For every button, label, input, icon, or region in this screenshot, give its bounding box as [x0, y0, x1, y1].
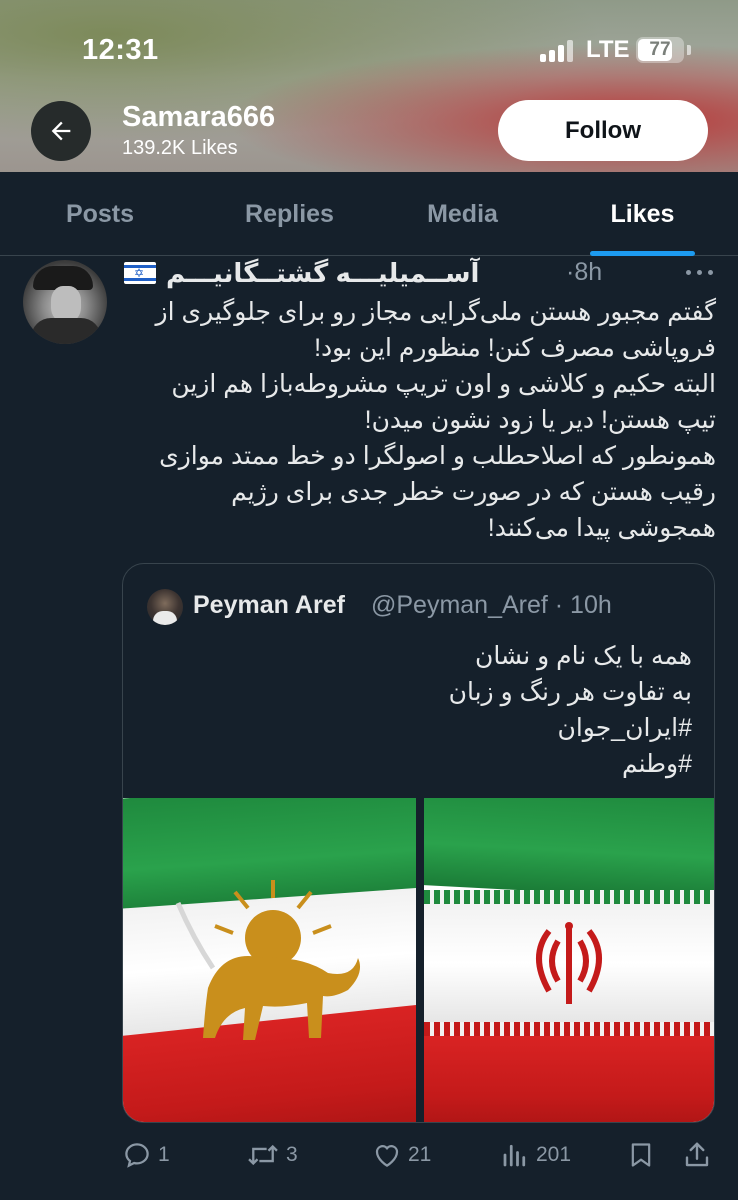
quoted-author-avatar[interactable] — [147, 589, 183, 625]
reply-icon — [125, 1143, 149, 1168]
tweet-text-line: گفتم مجبور هستن ملی‌گرایی مجاز رو برای ج… — [155, 298, 716, 326]
battery-icon: 77 — [636, 37, 684, 63]
profile-tabs: Posts Replies Media Likes — [0, 172, 738, 256]
tweet-text-line: فروپاشی مصرف کنن! منظورم این بود! — [314, 334, 716, 362]
reply-count: 1 — [158, 1143, 170, 1166]
network-label: LTE — [586, 36, 630, 63]
quoted-tweet-text: همه با یک نام و نشان به تفاوت هر رنگ و ز… — [147, 638, 692, 782]
author-avatar[interactable] — [23, 260, 107, 344]
flag-border-pattern — [424, 1022, 714, 1036]
like-button[interactable]: 21 — [372, 1138, 431, 1172]
author-name[interactable]: آســمیلیـــه گشتــگانیـــم — [166, 258, 479, 289]
arrow-left-icon — [51, 121, 71, 141]
tab-replies[interactable]: Replies — [222, 172, 357, 256]
views-button[interactable]: 201 — [500, 1138, 571, 1172]
retweet-count: 3 — [286, 1143, 298, 1166]
more-options-icon[interactable] — [686, 270, 714, 276]
tweet-header: ✡ آســمیلیـــه گشتــگانیـــم ·8h — [124, 258, 716, 288]
share-icon — [685, 1142, 709, 1167]
tweet-text-line: رقیب هستن که در صورت خطر جدی برای رژیم — [231, 478, 716, 506]
profile-likes-count: 139.2K Likes — [122, 137, 238, 159]
iran-flag-image[interactable] — [424, 798, 714, 1122]
heart-icon — [375, 1145, 399, 1167]
signal-icon — [540, 40, 576, 62]
bookmark-button[interactable] — [627, 1138, 655, 1172]
status-bar: 12:31 LTE 77 — [0, 0, 738, 100]
quoted-author-handle[interactable]: @Peyman_Aref · 10h — [371, 591, 612, 620]
battery-tip — [687, 45, 691, 55]
tweet-timestamp[interactable]: ·8h — [566, 258, 602, 287]
reply-button[interactable]: 1 — [122, 1138, 170, 1172]
bookmark-icon — [631, 1143, 651, 1167]
like-count: 21 — [408, 1143, 432, 1166]
status-time: 12:31 — [82, 34, 159, 66]
battery-level: 77 — [649, 39, 671, 60]
tweet-text-line: البته حکیم و کلاشی و اون تریپ مشروطه‌باز… — [171, 370, 716, 398]
israel-flag-icon: ✡ — [124, 262, 156, 284]
tweet-text: گفتم مجبور هستن ملی‌گرایی مجاز رو برای ج… — [124, 294, 716, 546]
tab-posts[interactable]: Posts — [40, 172, 160, 256]
share-button[interactable] — [682, 1138, 712, 1172]
back-button[interactable] — [31, 101, 91, 161]
hashtag-link[interactable]: #وطنم — [147, 746, 692, 782]
lion-and-sun-flag-image[interactable] — [123, 798, 416, 1122]
quoted-tweet[interactable]: Peyman Aref @Peyman_Aref · 10h همه با یک… — [122, 563, 715, 1123]
tab-media[interactable]: Media — [405, 172, 520, 256]
views-bar-chart-icon — [503, 1144, 526, 1167]
flag-border-pattern — [424, 890, 714, 904]
quoted-author-name[interactable]: Peyman Aref — [193, 591, 345, 620]
quoted-text-line: به تفاوت هر رنگ و زبان — [448, 678, 692, 706]
quoted-text-line: همه با یک نام و نشان — [474, 642, 692, 670]
retweet-icon — [248, 1144, 278, 1166]
lion-and-sun-emblem — [175, 880, 361, 1040]
tweet-text-line: همونطور که اصلاحطلب و اصولگرا دو خط ممتد… — [159, 442, 716, 470]
hashtag-link[interactable]: #ایران_جوان — [147, 710, 693, 746]
retweet-button[interactable]: 3 — [246, 1138, 298, 1172]
tweet-text-line: همجوشی پیدا می‌کنند! — [487, 514, 716, 542]
tweet-text-line: تیپ هستن! دیر یا زود نشون میدن! — [364, 406, 716, 434]
profile-header: 12:31 LTE 77 Samara666 139.2K Likes Foll… — [0, 0, 738, 172]
views-count: 201 — [536, 1143, 572, 1166]
tweet-actions: 1 3 21 201 — [0, 1130, 738, 1180]
iran-emblem-icon — [536, 922, 602, 1004]
active-tab-indicator — [590, 251, 695, 256]
tab-likes[interactable]: Likes — [590, 172, 695, 256]
follow-button[interactable]: Follow — [498, 100, 708, 161]
profile-name: Samara666 — [122, 101, 276, 133]
